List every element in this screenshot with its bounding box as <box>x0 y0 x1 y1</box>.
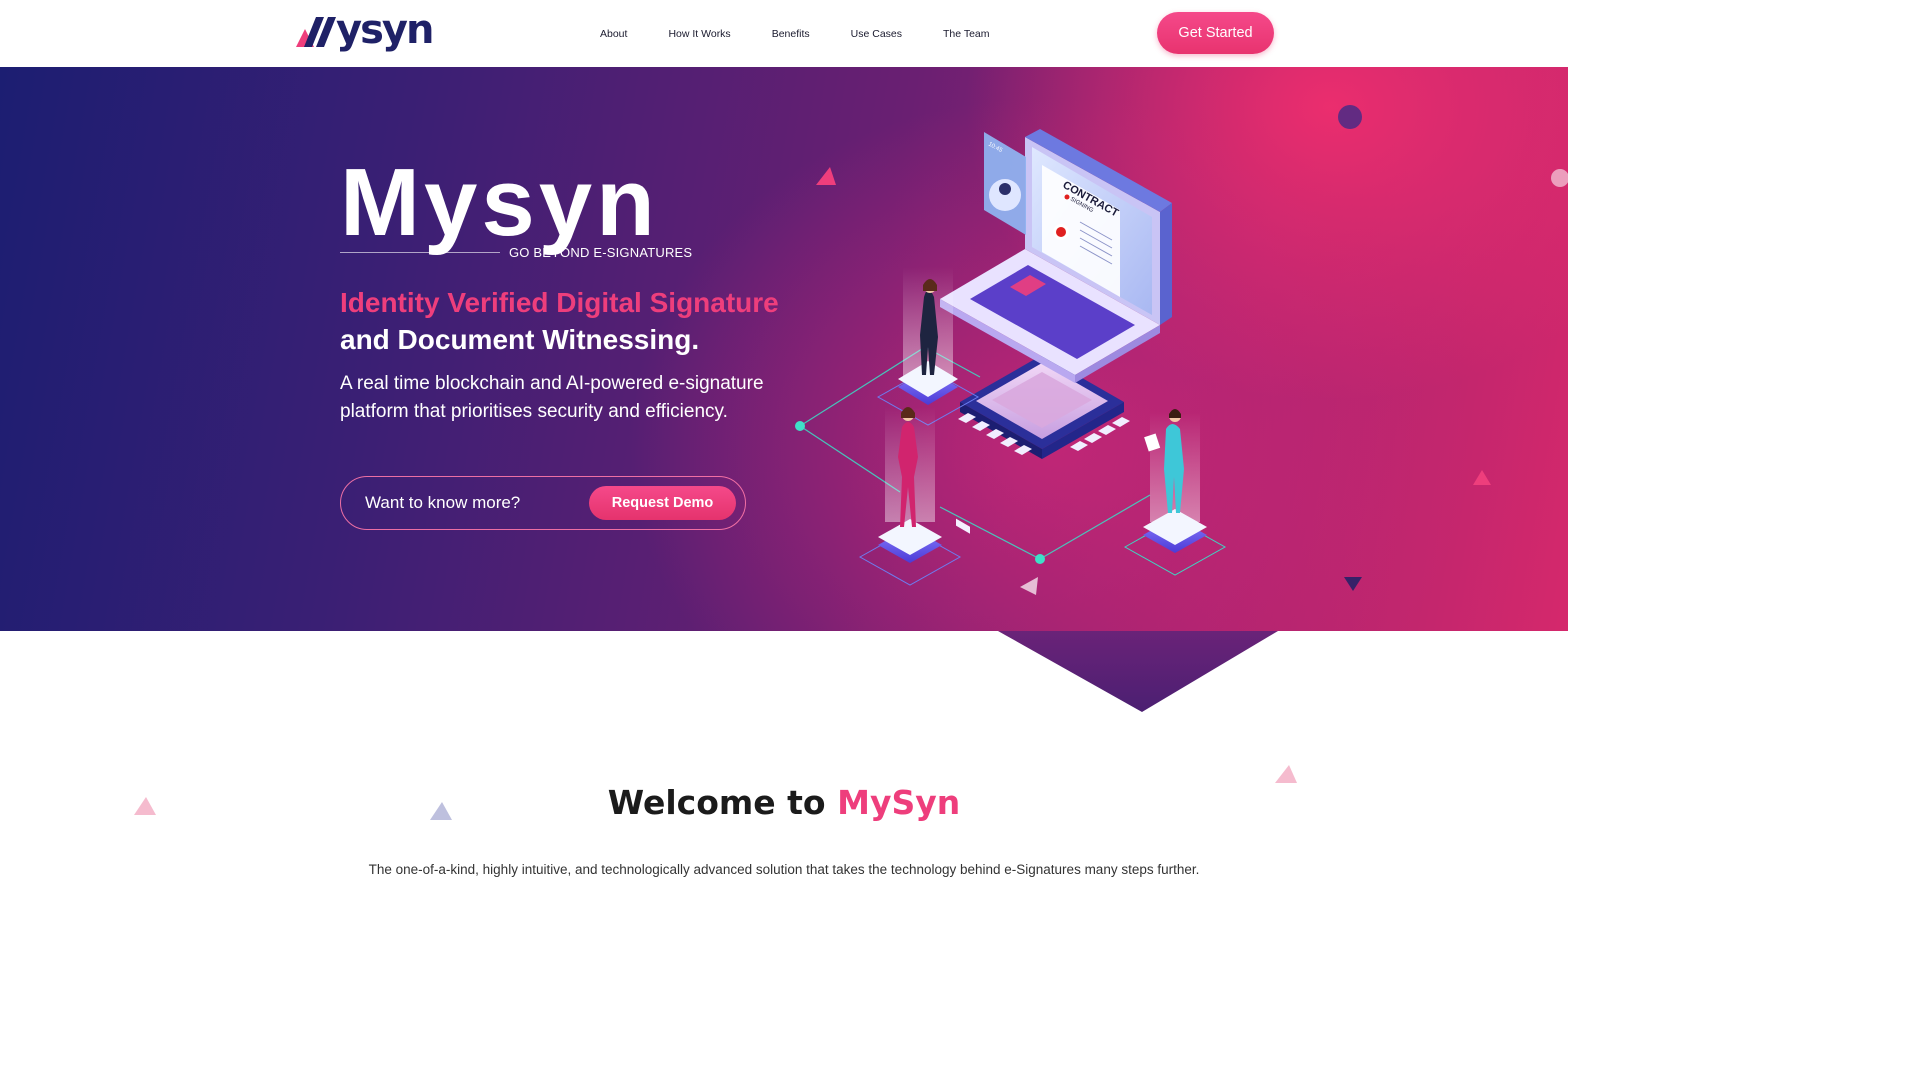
hero-section: Mysyn GO BEYOND E-SIGNATURES Identity Ve… <box>0 67 1568 631</box>
nav-link-the-team[interactable]: The Team <box>943 28 990 40</box>
laptop: CONTRACT SIGNING 10:45 <box>940 129 1172 383</box>
hero-illustration: CONTRACT SIGNING 10:45 <box>795 129 1227 586</box>
triangle-decoration-icon <box>1275 765 1297 783</box>
hero-tagline: GO BEYOND E-SIGNATURES <box>509 245 693 260</box>
logo-mark-icon <box>296 17 336 47</box>
welcome-heading-brand: MySyn <box>837 783 961 822</box>
blurred-shape-decoration-icon <box>1551 169 1568 187</box>
hero-description: A real time blockchain and AI-powered e-… <box>340 373 764 422</box>
triangle-decoration-icon <box>1344 577 1362 591</box>
welcome-description: The one-of-a-kind, highly intuitive, and… <box>368 862 1200 877</box>
hero-bottom-wedge <box>998 631 1278 712</box>
nav-link-how-it-works[interactable]: How It Works <box>668 28 730 40</box>
network-lines <box>799 346 1151 560</box>
welcome-heading: Welcome to MySyn <box>0 783 1568 822</box>
pedestal-man-right <box>1123 409 1227 576</box>
request-demo-button[interactable]: Request Demo <box>589 486 736 520</box>
processor-chip <box>956 355 1130 534</box>
main-nav: About How It Works Benefits Use Cases Th… <box>600 0 1031 67</box>
hero-headline-accent: Identity Verified Digital Signature <box>340 287 779 318</box>
top-navbar: ysyn About How It Works Benefits Use Cas… <box>0 0 1568 67</box>
logo-wordmark: ysyn <box>336 7 434 53</box>
nav-link-about[interactable]: About <box>600 28 627 40</box>
network-node-icon <box>795 421 805 431</box>
nav-link-use-cases[interactable]: Use Cases <box>851 28 902 40</box>
recording-dot-icon <box>1064 194 1070 200</box>
network-node-icon <box>1035 554 1045 564</box>
triangle-decoration-icon <box>1473 470 1491 485</box>
mysyn-logo[interactable]: ysyn <box>296 7 446 53</box>
nav-link-benefits[interactable]: Benefits <box>772 28 810 40</box>
hero-headline: and Document Witnessing. <box>340 324 700 355</box>
welcome-heading-prefix: Welcome to <box>607 783 826 822</box>
blurred-shape-decoration-icon <box>1338 105 1362 129</box>
get-started-button[interactable]: Get Started <box>1157 12 1274 54</box>
pedestal-woman-bottom <box>858 407 962 586</box>
tagline-divider <box>340 252 500 253</box>
hero-brand-title: Mysyn <box>340 149 659 256</box>
demo-cta-box: Want to know more? Request Demo <box>340 476 746 530</box>
demo-cta-prompt: Want to know more? <box>365 493 521 512</box>
